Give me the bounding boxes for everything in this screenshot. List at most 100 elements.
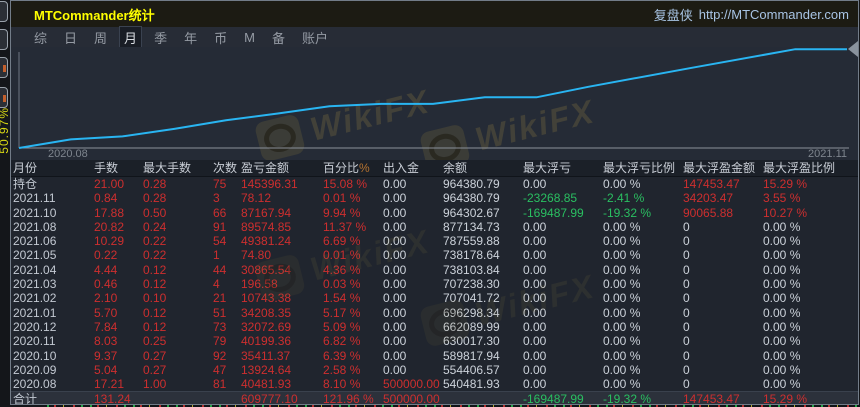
table-row-total[interactable]: 合计 131.24 609777.10 121.96 % 500000.00 -16948… — [11, 391, 858, 405]
value-cell: -169487.99 — [523, 392, 584, 405]
column-header: 最大浮盈金额 — [683, 161, 756, 175]
value-cell: 0 — [683, 334, 690, 349]
value-cell: 0.50 — [143, 205, 167, 220]
value-cell: 4.36 % — [323, 262, 361, 277]
menu-item-2[interactable]: 日 — [60, 27, 81, 48]
month-cell: 2020.11 — [13, 334, 56, 349]
table-row[interactable]: 2021.04 4.44 0.12 44 30865.54 4.36 % 0.00 73810… — [11, 262, 858, 278]
value-cell: 15.29 % — [763, 177, 808, 191]
value-cell: 0.00 — [523, 277, 547, 292]
menu-item-1[interactable]: 综 — [30, 27, 51, 48]
value-cell: 1.54 % — [323, 291, 361, 306]
value-cell: 66 — [213, 205, 227, 220]
table-row[interactable]: 2020.09 5.04 0.27 47 13924.64 2.58 % 0.00 55440… — [11, 362, 858, 378]
value-cell: 147453.47 — [683, 392, 740, 405]
column-header: 次数 — [213, 161, 238, 175]
table-row[interactable]: 2021.02 2.10 0.10 21 10743.38 1.54 % 0.00 70704… — [11, 291, 858, 306]
table-header: 月份 手数 最大手数 次数 盈亏金额 百分比% 出入金 余额 最大浮亏 最大浮亏比例 最大浮盈金额最… — [11, 160, 858, 177]
value-cell: 0.00 % — [763, 234, 801, 249]
value-cell: 147453.47 — [683, 177, 740, 191]
menu-item-7[interactable]: 币 — [210, 27, 231, 48]
value-cell: 0.28 — [143, 177, 167, 191]
value-cell: 0 — [683, 234, 690, 249]
value-cell: 10.29 — [94, 234, 125, 249]
value-cell: 0.00 — [383, 219, 407, 234]
equity-line — [18, 48, 847, 149]
background-toolbar-button[interactable] — [0, 87, 8, 108]
value-cell: 8.03 — [94, 334, 118, 349]
value-cell: 0 — [683, 319, 690, 334]
background-toolbar-button[interactable] — [0, 57, 8, 78]
month-cell: 2021.08 — [13, 219, 57, 234]
value-cell: 0.12 — [143, 319, 167, 334]
menu-item-6[interactable]: 年 — [180, 27, 201, 48]
value-cell: 73 — [213, 319, 227, 334]
table-row[interactable]: 2021.01 5.70 0.12 51 34208.35 5.17 % 0.00 69629… — [11, 305, 858, 320]
brand-link[interactable]: 复盘侠 http://MTCommander.com — [654, 5, 858, 24]
table-row[interactable]: 2021.05 0.22 0.22 1 74.80 0.01 % 0.00 738178.64… — [11, 248, 858, 263]
value-cell: 6.69 % — [323, 234, 361, 249]
column-header: 余额 — [443, 161, 468, 175]
background-toolbar-button[interactable] — [0, 1, 8, 22]
value-cell: 0 — [683, 362, 690, 377]
value-cell: 0.22 — [94, 248, 118, 263]
value-cell: 540481.93 — [443, 377, 500, 392]
value-cell: 7.84 — [94, 319, 118, 334]
value-cell: 81 — [213, 377, 227, 392]
table-row[interactable]: 2021.08 20.82 0.24 91 89574.85 11.37 % 0.00 877… — [11, 219, 858, 235]
value-cell: 4.44 — [94, 262, 118, 277]
table-row[interactable]: 2021.06 10.29 0.22 54 49381.24 6.69 % 0.00 7875… — [11, 234, 858, 249]
value-cell: 10.27 % — [763, 205, 808, 220]
table-row[interactable]: 2021.03 0.46 0.12 4 196.58 0.03 % 0.00 707238.3… — [11, 277, 858, 292]
value-cell: 0.28 — [143, 191, 167, 206]
value-cell: 0.00 % — [763, 219, 801, 234]
month-cell: 2020.09 — [13, 362, 57, 377]
value-cell: 0.00 % — [763, 248, 801, 263]
menu-item-5[interactable]: 季 — [150, 27, 171, 48]
table-row[interactable]: 2020.08 17.21 1.00 81 40481.93 8.10 % 500000.0… — [11, 377, 858, 392]
background-toolbar-button[interactable] — [0, 29, 8, 50]
x-axis-end-label: 2021.11 — [808, 148, 847, 160]
menu-item-4[interactable]: 月 — [120, 26, 142, 48]
value-cell: 0.00 — [523, 305, 547, 320]
value-cell: 0.00 % — [763, 334, 801, 349]
value-cell: 0.00 % — [603, 305, 641, 320]
value-cell: 0.24 — [143, 219, 167, 234]
value-cell: 78.12 — [241, 191, 272, 206]
table-row[interactable]: 2020.11 8.03 0.25 79 40199.36 6.82 % 0.00 63001… — [11, 334, 858, 349]
table-row[interactable]: 持仓 21.00 0.28 75 145396.31 15.08 % 0.00 964380.… — [11, 177, 858, 192]
value-cell: 0.01 % — [323, 248, 361, 263]
menu-item-8[interactable]: M — [240, 29, 259, 46]
table-row[interactable]: 2021.10 17.88 0.50 66 87167.94 9.94 % 0.00 9643… — [11, 205, 858, 220]
menu-bar: 综日周月季年币 M 备账户 — [11, 26, 858, 48]
value-cell: 0.00 % — [603, 262, 641, 277]
value-cell: 0.00 % — [763, 277, 801, 292]
monthly-stats-table: 月份 手数 最大手数 次数 盈亏金额 百分比% 出入金 余额 最大浮亏 最大浮亏比例 最大浮盈金额最… — [11, 160, 858, 405]
value-cell — [141, 392, 211, 404]
value-cell: 2.58 % — [323, 362, 361, 377]
table-row[interactable]: 2020.12 7.84 0.12 73 32072.69 5.09 % 0.00 66208… — [11, 319, 858, 335]
value-cell: 196.58 — [241, 277, 278, 292]
menu-item-10[interactable]: 账户 — [298, 27, 332, 48]
value-cell: 34208.35 — [241, 305, 292, 320]
value-cell: 79 — [213, 334, 227, 349]
value-cell: 609777.10 — [241, 392, 298, 405]
value-cell: 0.10 — [143, 291, 167, 306]
value-cell: 0.00 — [523, 362, 547, 377]
window-title: MTCommander统计 — [34, 7, 155, 23]
value-cell: 3 — [213, 191, 220, 206]
table-row[interactable]: 2020.10 9.37 0.27 92 35411.37 6.39 % 0.00 58981… — [11, 348, 858, 363]
value-cell: 9.94 % — [323, 205, 361, 220]
month-cell: 2021.01 — [13, 305, 57, 320]
menu-item-9[interactable]: 备 — [268, 27, 289, 48]
value-cell: 0.00 — [383, 362, 407, 377]
menu-item-3[interactable]: 周 — [90, 27, 111, 48]
value-cell: 738178.64 — [443, 248, 500, 263]
table-row[interactable]: 2021.11 0.84 0.28 3 78.12 0.01 % 0.00 964380.79… — [11, 191, 858, 206]
value-cell: 0.00 % — [763, 291, 801, 306]
value-cell: 0 — [683, 291, 690, 306]
value-cell: 21 — [213, 291, 227, 306]
month-cell: 2020.08 — [13, 377, 57, 392]
month-cell: 合计 — [13, 392, 38, 405]
value-cell: 0.00 — [523, 291, 547, 306]
